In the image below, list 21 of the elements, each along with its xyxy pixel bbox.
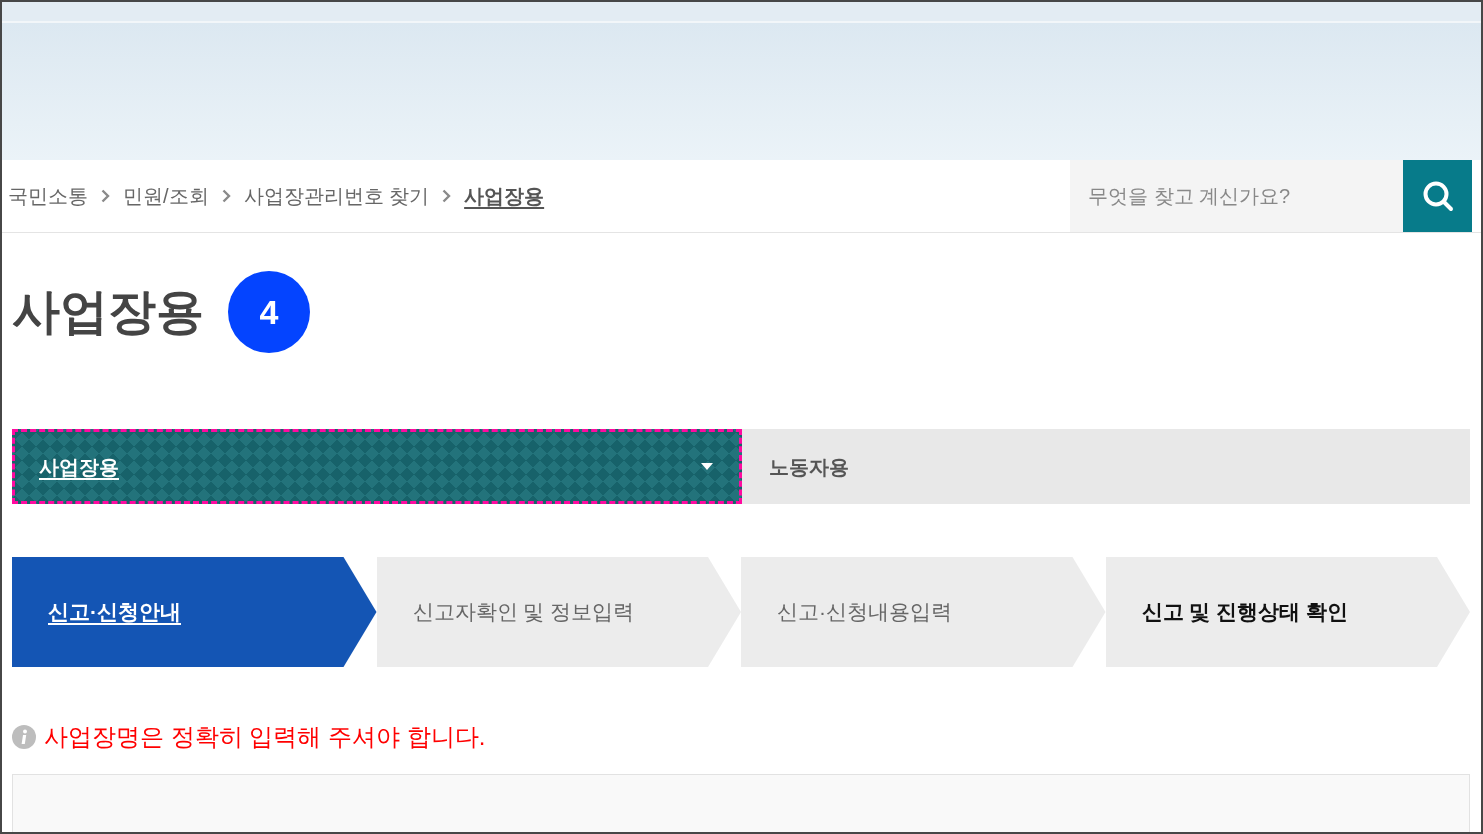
step-item: 신고자확인 및 정보입력 — [376, 557, 741, 667]
step-item: 신고·신청안내 — [12, 557, 377, 667]
breadcrumb-link[interactable]: 사업장용 — [464, 181, 545, 211]
type-dropdown[interactable]: 사업장용 — [12, 429, 742, 504]
chevron-icon — [101, 189, 110, 203]
step-item: 신고·신청내용입력 — [741, 557, 1106, 667]
search-button[interactable] — [1403, 160, 1472, 232]
breadcrumb-link[interactable]: 국민소통 — [8, 181, 88, 211]
search-field[interactable]: 무엇을 찾고 계신가요? — [1070, 160, 1403, 232]
breadcrumb-link[interactable]: 사업장관리번호 찾기 — [243, 181, 430, 211]
breadcrumb-link[interactable]: 민원/조회 — [123, 181, 209, 211]
info-icon — [12, 725, 36, 749]
step-item: 신고 및 진행상태 확인 — [1105, 557, 1470, 667]
page-title: 사업장용 — [12, 284, 204, 341]
chevron-icon — [221, 189, 231, 203]
chevron-icon — [442, 189, 452, 203]
notice-text: 사업장명은 정확히 입력해 주셔야 합니다. — [44, 722, 486, 752]
tab[interactable]: 노동자용 — [742, 429, 1470, 504]
search-icon — [1421, 180, 1454, 212]
number-marker: 4 — [228, 271, 310, 353]
caret-icon — [701, 463, 713, 470]
